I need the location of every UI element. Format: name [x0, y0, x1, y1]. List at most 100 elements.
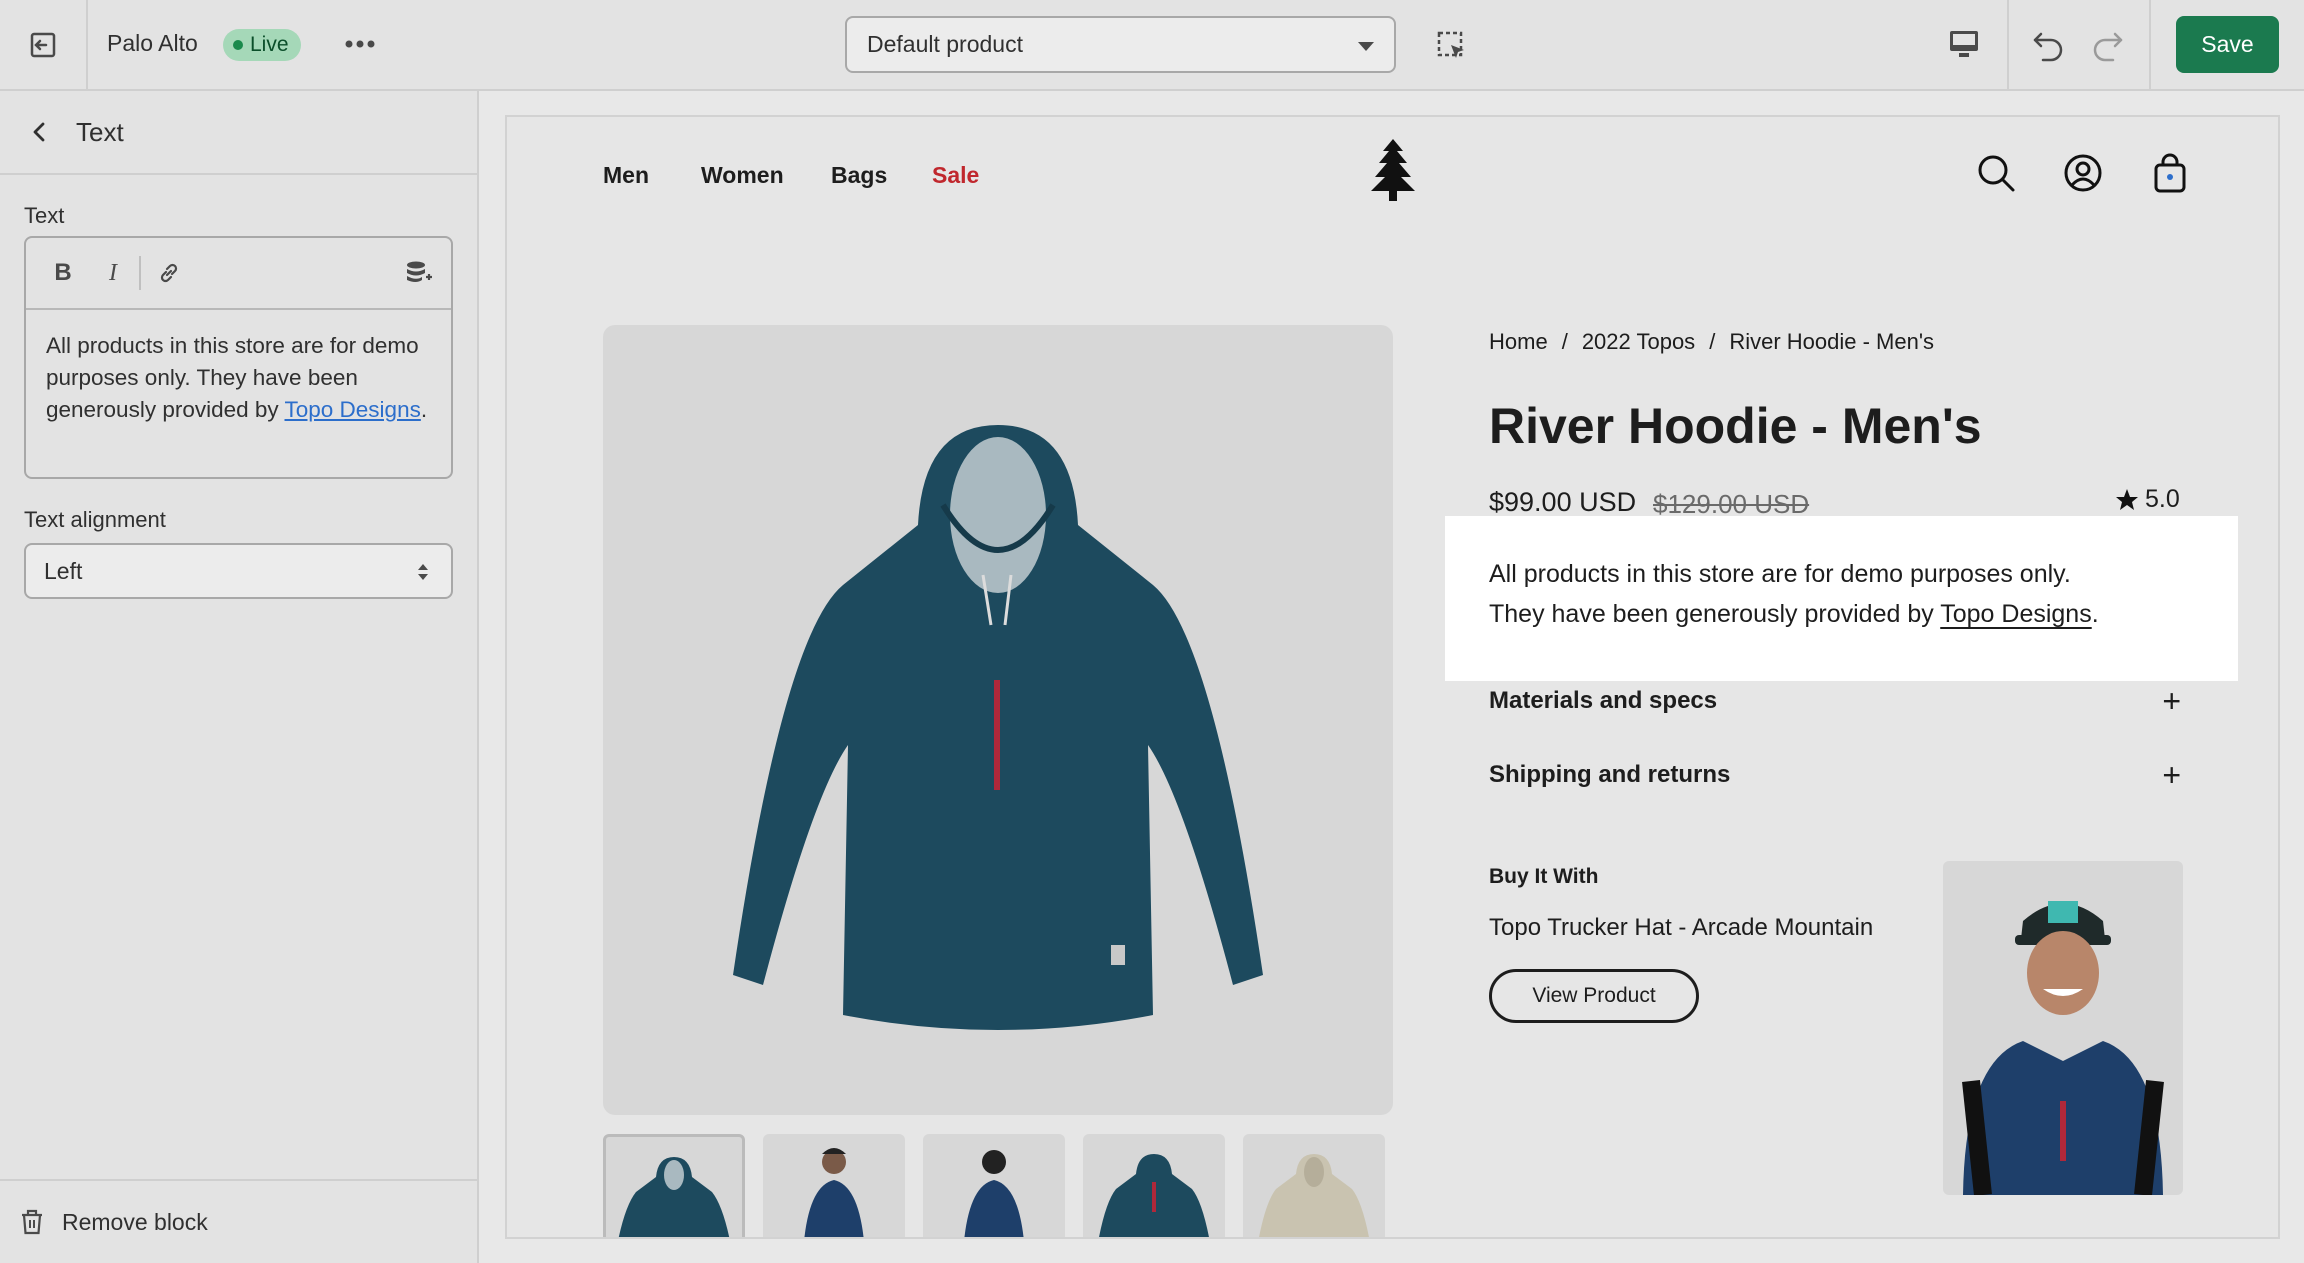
bold-button[interactable]: B — [48, 258, 78, 288]
redo-button[interactable] — [2086, 24, 2128, 66]
status-dot-icon — [233, 40, 243, 50]
account-icon — [2064, 154, 2102, 192]
product-thumbnail[interactable] — [603, 1134, 745, 1237]
chevron-down-icon — [1358, 42, 1374, 51]
buy-with-product-title[interactable]: Topo Trucker Hat - Arcade Mountain — [1489, 914, 1873, 942]
rich-text-editor[interactable]: B I All products in this store are for d… — [24, 236, 453, 479]
buy-with-product-image[interactable] — [1943, 861, 2183, 1195]
panel-title: Text — [76, 117, 124, 147]
nav-link-men[interactable]: Men — [603, 162, 649, 189]
product-thumbnail[interactable] — [763, 1134, 905, 1237]
selected-text-block[interactable]: All products in this store are for demo … — [1445, 516, 2238, 681]
exit-button[interactable] — [0, 0, 88, 89]
text-block-line: They have been generously provided by To… — [1489, 594, 2194, 634]
text-block-text: They have been generously provided by — [1489, 600, 1941, 628]
accordion-label: Shipping and returns — [1489, 761, 1731, 788]
panel-header: Text — [0, 91, 477, 175]
desktop-preview-button[interactable] — [1944, 24, 1984, 64]
back-icon — [33, 122, 45, 142]
breadcrumb-collection[interactable]: 2022 Topos — [1582, 329, 1695, 355]
plus-icon: + — [2162, 757, 2181, 793]
accordion-materials[interactable]: Materials and specs + — [1489, 683, 2181, 719]
buy-with-heading: Buy It With — [1489, 865, 1599, 888]
settings-sidebar: Text Text B I All products in this store… — [0, 91, 479, 1263]
italic-button[interactable]: I — [98, 258, 128, 288]
product-thumbnail[interactable] — [1083, 1134, 1225, 1237]
thumbnail-image — [1259, 1154, 1369, 1237]
dynamic-source-icon — [407, 261, 432, 282]
text-alignment-value: Left — [44, 557, 83, 584]
accordion-shipping[interactable]: Shipping and returns + — [1489, 757, 2181, 793]
rte-toolbar: B I — [26, 238, 451, 310]
inspector-icon — [1437, 31, 1464, 58]
store-logo[interactable] — [1367, 139, 1419, 206]
back-button[interactable] — [22, 115, 56, 149]
product-thumbnail[interactable] — [923, 1134, 1065, 1237]
product-title: River Hoodie - Men's — [1489, 398, 1982, 454]
desktop-icon — [1950, 31, 1978, 57]
trash-icon — [22, 1209, 42, 1235]
hoodie-image — [733, 425, 1263, 1030]
more-icon — [345, 40, 375, 48]
breadcrumb-separator: / — [1561, 329, 1568, 354]
accordion-label: Materials and specs — [1489, 687, 1718, 714]
model-image — [1962, 901, 2164, 1195]
store-name: Palo Alto — [107, 30, 198, 56]
product-price: $99.00 USD — [1489, 487, 1637, 517]
redo-icon — [2093, 32, 2123, 62]
remove-block-label: Remove block — [62, 1208, 208, 1235]
breadcrumb-current: River Hoodie - Men's — [1729, 329, 1935, 354]
cart-icon — [2154, 153, 2186, 193]
nav-link-women[interactable]: Women — [701, 162, 784, 189]
rating-value: 5.0 — [2145, 485, 2180, 513]
editor-topbar: Palo Alto Live Default product Save — [0, 0, 2304, 91]
product-main-image[interactable] — [603, 325, 1393, 1115]
exit-icon — [30, 32, 56, 57]
thumbnail-image — [964, 1150, 1024, 1237]
account-button[interactable] — [2061, 151, 2105, 195]
plus-icon: + — [2162, 683, 2181, 719]
search-button[interactable] — [1974, 151, 2018, 195]
undo-icon — [2033, 32, 2063, 62]
remove-block-button[interactable]: Remove block — [0, 1179, 477, 1263]
alignment-field-label: Text alignment — [24, 507, 166, 532]
tree-logo-icon — [1371, 139, 1415, 201]
toolbar-divider — [139, 256, 141, 290]
rte-content[interactable]: All products in this store are for demo … — [26, 310, 451, 446]
inspector-button[interactable] — [1432, 26, 1472, 66]
star-icon — [2116, 488, 2138, 510]
nav-link-bags[interactable]: Bags — [831, 162, 887, 189]
rte-text-end: . — [420, 397, 428, 422]
status-badge-label: Live — [250, 33, 289, 56]
text-block-line: All products in this store are for demo … — [1489, 560, 2071, 588]
text-block-link[interactable]: Topo Designs — [1940, 600, 2091, 628]
breadcrumb-separator: / — [1709, 329, 1716, 354]
thumbnail-image — [804, 1148, 864, 1237]
topbar-divider — [2007, 0, 2009, 89]
nav-link-sale[interactable]: Sale — [932, 162, 979, 189]
rte-link[interactable]: Topo Designs — [285, 397, 421, 422]
topbar-divider — [2149, 0, 2151, 89]
search-icon — [1978, 155, 2015, 192]
link-icon — [160, 263, 178, 283]
product-thumbnail[interactable] — [1243, 1134, 1385, 1237]
text-alignment-select[interactable]: Left — [24, 543, 453, 599]
bold-icon: B — [54, 259, 72, 286]
breadcrumb-home[interactable]: Home — [1489, 329, 1548, 355]
text-field-label: Text — [24, 203, 65, 228]
save-button[interactable]: Save — [2176, 16, 2279, 73]
italic-icon: I — [109, 259, 117, 286]
template-select[interactable]: Default product — [845, 16, 1396, 73]
undo-button[interactable] — [2028, 24, 2070, 66]
cart-button[interactable] — [2148, 151, 2192, 195]
template-select-value: Default product — [867, 31, 1023, 57]
link-button[interactable] — [154, 258, 184, 288]
thumbnail-image — [618, 1157, 730, 1237]
status-badge: Live — [223, 29, 301, 61]
product-rating: 5.0 — [2115, 485, 2180, 514]
dynamic-source-button[interactable] — [404, 258, 434, 288]
text-block-text-end: . — [2091, 600, 2099, 628]
breadcrumb: Home / 2022 Topos / River Hoodie - Men's — [1489, 329, 1934, 355]
view-product-button[interactable]: View Product — [1489, 969, 1699, 1023]
more-actions-button[interactable] — [340, 24, 380, 64]
